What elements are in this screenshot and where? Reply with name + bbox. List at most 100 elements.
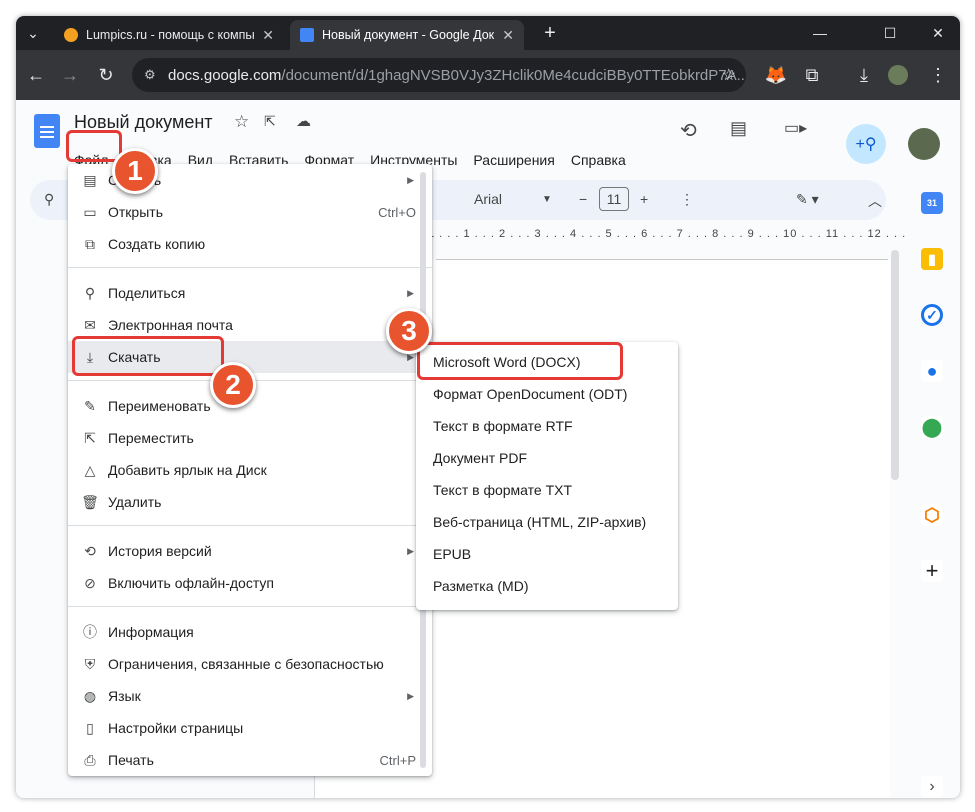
download-icon[interactable]: ⤓ bbox=[850, 61, 878, 89]
keep-icon[interactable]: ▮ bbox=[921, 248, 943, 270]
download-odt[interactable]: Формат OpenDocument (ODT) bbox=[433, 386, 627, 402]
vertical-scrollbar[interactable] bbox=[891, 250, 899, 480]
menu-item-page-setup[interactable]: ▯ Настройки страницы bbox=[68, 712, 432, 744]
menu-extensions[interactable]: Расширения bbox=[465, 149, 562, 171]
menu-item-copy[interactable]: ⧉ Создать копию bbox=[68, 228, 432, 260]
menu-separator bbox=[68, 267, 432, 268]
window-close-icon[interactable]: ✕ bbox=[916, 16, 960, 50]
menu-item-security[interactable]: ⛨ Ограничения, связанные с безопасностью bbox=[68, 648, 432, 680]
increase-font-icon[interactable]: + bbox=[640, 191, 648, 207]
page-setup-icon: ▯ bbox=[86, 719, 94, 736]
security-icon: ⛨ bbox=[84, 655, 96, 672]
lumpics-favicon-icon bbox=[64, 28, 78, 42]
url-host: docs.google.com bbox=[168, 66, 282, 84]
download-md[interactable]: Разметка (MD) bbox=[433, 578, 528, 594]
site-info-icon[interactable]: ⚙ bbox=[144, 67, 156, 83]
comments-icon[interactable]: ▤ bbox=[730, 118, 747, 139]
forward-icon[interactable]: → bbox=[56, 61, 84, 89]
copy-icon: ⧉ bbox=[85, 235, 95, 252]
share-person-icon: ⚲ bbox=[84, 284, 96, 301]
extensions-icon[interactable]: ⧉ bbox=[798, 61, 826, 89]
search-icon[interactable]: ⚲ bbox=[44, 191, 54, 208]
share-person-icon[interactable]: +⚲ bbox=[846, 124, 886, 164]
maximize-icon[interactable]: ☐ bbox=[868, 16, 912, 50]
chevron-down-icon[interactable]: ▼ bbox=[542, 194, 552, 205]
minimize-icon[interactable]: — bbox=[798, 16, 842, 50]
menu-item-drive-shortcut[interactable]: △ Добавить ярлык на Диск bbox=[68, 454, 432, 486]
maps-icon[interactable]: ⬤ bbox=[921, 416, 943, 438]
mail-icon: ✉ bbox=[84, 316, 96, 333]
cloud-saved-icon: ☁ bbox=[296, 113, 311, 130]
profile-avatar[interactable] bbox=[884, 61, 912, 89]
step-badge-2: 2 bbox=[210, 362, 256, 408]
download-rtf[interactable]: Текст в формате RTF bbox=[433, 418, 573, 434]
menu-item-version-history[interactable]: ⟲ История версий ▶ bbox=[68, 535, 432, 567]
font-select[interactable]: Arial bbox=[474, 191, 502, 207]
step-badge-1: 1 bbox=[112, 148, 158, 194]
close-icon[interactable]: ✕ bbox=[502, 27, 514, 44]
print-icon: ⎙ bbox=[84, 751, 96, 768]
tab-lumpics[interactable]: Lumpics.ru - помощь с компью ✕ bbox=[54, 20, 284, 50]
download-html[interactable]: Веб-страница (HTML, ZIP-архив) bbox=[433, 514, 646, 530]
highlight-download bbox=[72, 336, 224, 376]
step-badge-3: 3 bbox=[386, 308, 432, 354]
editing-mode-icon[interactable]: ✎ ▾ bbox=[796, 191, 819, 208]
tab-search-chevron-icon[interactable]: ⌄ bbox=[18, 16, 48, 50]
collapse-toolbar-icon[interactable]: ︿ bbox=[868, 191, 882, 211]
back-icon[interactable]: ← bbox=[22, 61, 50, 89]
address-bar[interactable]: ⚙ docs.google.com/document/d/1ghagNVSB0V… bbox=[132, 58, 746, 92]
menu-separator bbox=[68, 606, 432, 607]
menu-item-offline[interactable]: ⊘ Включить офлайн-доступ bbox=[68, 567, 432, 599]
side-panel-rail: 31 ▮ ✓ ● ⬤ ⬡ + › bbox=[914, 100, 960, 798]
menu-item-share[interactable]: ⚲ Поделиться ▶ bbox=[68, 277, 432, 309]
rename-icon: ✎ bbox=[84, 397, 96, 414]
tab-title: Lumpics.ru - помощь с компью bbox=[86, 28, 255, 42]
docs-favicon-icon bbox=[300, 28, 314, 42]
menu-item-delete[interactable]: 🗑 Удалить bbox=[68, 486, 432, 518]
move-folder-icon[interactable]: ⇱ bbox=[264, 113, 276, 130]
tasks-icon[interactable]: ✓ bbox=[921, 304, 943, 326]
folder-icon: ▭ bbox=[83, 203, 97, 220]
close-icon[interactable]: ✕ bbox=[262, 27, 274, 44]
offline-icon: ⊘ bbox=[84, 574, 96, 591]
drive-shortcut-icon: △ bbox=[84, 461, 96, 478]
browser-menu-icon[interactable]: ⋮ bbox=[924, 61, 952, 89]
contacts-icon[interactable]: ● bbox=[921, 360, 943, 382]
highlight-file-menu bbox=[66, 130, 122, 162]
menu-item-info[interactable]: ⓘ Информация bbox=[68, 616, 432, 648]
highlight-docx bbox=[417, 342, 623, 380]
submenu-arrow-icon: ▶ bbox=[407, 287, 414, 298]
menu-item-open[interactable]: ▭ Открыть Ctrl+O bbox=[68, 196, 432, 228]
move-folder-icon: ⇱ bbox=[84, 429, 96, 446]
meet-icon[interactable]: ▭▸ bbox=[784, 118, 807, 138]
tab-docs[interactable]: Новый документ - Google Док ✕ bbox=[290, 20, 524, 50]
menu-item-print[interactable]: ⎙ Печать Ctrl+P bbox=[68, 744, 432, 776]
plus-icon[interactable]: + bbox=[528, 16, 572, 50]
star-icon[interactable]: ☆ bbox=[234, 112, 249, 132]
download-epub[interactable]: EPUB bbox=[433, 546, 471, 562]
office-addon-icon[interactable]: ⬡ bbox=[921, 504, 943, 526]
calendar-icon[interactable]: 31 bbox=[921, 192, 943, 214]
add-addon-icon[interactable]: + bbox=[921, 558, 943, 583]
ruler: 1 . . . 1 . . . 2 . . . 3 . . . 4 . . . … bbox=[428, 228, 906, 240]
reload-icon[interactable]: ↻ bbox=[92, 61, 120, 89]
info-icon: ⓘ bbox=[83, 624, 97, 640]
doc-icon: ▤ bbox=[83, 171, 97, 188]
download-txt[interactable]: Текст в формате TXT bbox=[433, 482, 572, 498]
version-history-icon[interactable]: ⟲ bbox=[680, 118, 697, 143]
docs-logo-icon[interactable] bbox=[34, 114, 60, 148]
more-options-icon[interactable]: ⋮ bbox=[680, 191, 694, 208]
menu-item-move[interactable]: ⇱ Переместить bbox=[68, 422, 432, 454]
metamask-extension-icon[interactable]: 🦊 bbox=[762, 61, 790, 89]
expand-panel-chevron-icon[interactable]: › bbox=[921, 776, 943, 798]
download-pdf[interactable]: Документ PDF bbox=[433, 450, 527, 466]
menu-help[interactable]: Справка bbox=[563, 149, 634, 171]
menu-item-language[interactable]: ◍ Язык ▶ bbox=[68, 680, 432, 712]
browser-toolbar: ← → ↻ ⚙ docs.google.com/document/d/1ghag… bbox=[16, 50, 960, 100]
bookmark-star-icon[interactable]: ☆ bbox=[722, 65, 736, 85]
file-menu: ▤Создать▶ ▭ОткрытьCtrl+O ⧉Создать копию … bbox=[68, 164, 432, 776]
download-submenu: Microsoft Word (DOCX) Формат OpenDocumen… bbox=[416, 342, 678, 610]
font-size-input[interactable]: 11 bbox=[599, 187, 629, 211]
decrease-font-icon[interactable]: − bbox=[579, 191, 587, 207]
trash-icon: 🗑 bbox=[81, 493, 99, 510]
